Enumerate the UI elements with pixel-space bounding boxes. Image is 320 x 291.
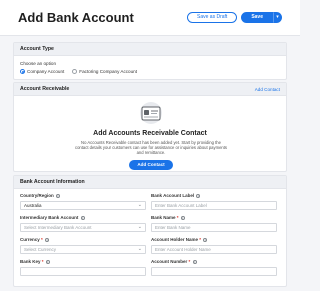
- radio-factoring-company-account-control[interactable]: [72, 69, 78, 74]
- bank-name-label-text: Bank Name: [151, 215, 176, 220]
- country-region-label: Country/Region i: [20, 193, 61, 198]
- chevron-down-icon: ⌄: [137, 224, 142, 230]
- bank-name-label: Bank Name * i: [151, 215, 185, 220]
- radio-company-account-control[interactable]: [20, 69, 25, 74]
- country-region-select[interactable]: Australia ⌄: [20, 201, 146, 210]
- intermediary-bank-account-label: Intermediary Bank Account i: [20, 215, 85, 220]
- country-region-label-text: Country/Region: [20, 193, 54, 198]
- required-marker: *: [188, 259, 191, 264]
- account-holder-name-label-text: Account Holder Name: [151, 237, 199, 242]
- intermediary-bank-account-label-text: Intermediary Bank Account: [20, 215, 79, 220]
- page-header: Add Bank Account Save as Draft Save ▾: [0, 0, 300, 36]
- page-title: Add Bank Account: [18, 10, 134, 25]
- bank-key-label: Bank Key * i: [20, 259, 50, 264]
- info-icon[interactable]: i: [180, 215, 185, 220]
- add-contact-link[interactable]: Add Contact: [255, 87, 280, 92]
- empty-state-heading: Add Accounts Receivable Contact: [93, 130, 207, 137]
- account-receivable-title: Account Receivable: [20, 86, 70, 92]
- account-holder-name-placeholder: Enter Account Holder Name: [155, 247, 211, 252]
- save-options-chevron-icon[interactable]: ▾: [273, 12, 282, 23]
- info-icon[interactable]: i: [192, 259, 197, 264]
- account-number-label: Account Number * i: [151, 259, 197, 264]
- bank-account-label-input[interactable]: Enter Bank Account Label: [151, 201, 277, 210]
- required-marker: *: [199, 237, 202, 242]
- info-icon[interactable]: i: [196, 193, 201, 198]
- bank-info-title: Bank Account Information: [20, 179, 85, 185]
- info-icon[interactable]: i: [45, 259, 50, 264]
- currency-select[interactable]: Select Currency ⌄: [20, 245, 146, 254]
- choose-option-label: Choose an option: [20, 61, 57, 66]
- account-holder-name-label: Account Holder Name * i: [151, 237, 208, 242]
- radio-company-account-label: Company Account: [27, 69, 65, 74]
- currency-placeholder: Select Currency: [24, 247, 57, 252]
- account-type-section: Account Type Choose an option Company Ac…: [13, 42, 287, 80]
- chevron-down-icon: ⌄: [137, 202, 142, 208]
- radio-company-account[interactable]: Company Account: [20, 69, 64, 74]
- bank-key-input[interactable]: [20, 267, 146, 276]
- account-type-radio-group: Company Account Factoring Company Accoun…: [20, 69, 137, 74]
- account-holder-name-input[interactable]: Enter Account Holder Name: [151, 245, 277, 254]
- info-icon[interactable]: i: [45, 237, 50, 242]
- info-icon[interactable]: i: [203, 237, 208, 242]
- required-marker: *: [176, 215, 179, 220]
- account-number-input[interactable]: [151, 267, 277, 276]
- save-button[interactable]: Save: [241, 12, 273, 23]
- account-number-label-text: Account Number: [151, 259, 188, 264]
- currency-label-text: Currency: [20, 237, 40, 242]
- info-icon[interactable]: i: [80, 215, 85, 220]
- bank-account-label-label-text: Bank Account Label: [151, 193, 195, 198]
- empty-state-description: No Accounts Receivable contact has been …: [75, 140, 227, 156]
- radio-factoring-company-account[interactable]: Factoring Company Account: [72, 69, 137, 74]
- account-receivable-section: Account Receivable Add Contact Add Accou…: [13, 82, 287, 172]
- info-icon[interactable]: i: [56, 193, 61, 198]
- intermediary-bank-account-select[interactable]: Select Intermediary Bank Account ⌄: [20, 223, 146, 232]
- account-receivable-header: Account Receivable Add Contact: [14, 83, 286, 96]
- required-marker: *: [41, 237, 43, 242]
- country-region-value: Australia: [24, 203, 42, 208]
- bank-key-label-text: Bank Key: [20, 259, 41, 264]
- bank-info-header: Bank Account Information: [14, 176, 286, 189]
- radio-factoring-company-account-label: Factoring Company Account: [79, 69, 137, 74]
- account-type-header: Account Type: [14, 43, 286, 56]
- required-marker: *: [41, 259, 44, 264]
- chevron-down-icon: ⌄: [137, 246, 142, 252]
- bank-account-label-placeholder: Enter Bank Account Label: [155, 203, 207, 208]
- bank-name-placeholder: Enter Bank Name: [155, 225, 191, 230]
- bank-account-information-section: Bank Account Information Country/Region …: [13, 175, 287, 287]
- intermediary-bank-account-placeholder: Select Intermediary Bank Account: [24, 225, 92, 230]
- bank-account-label-label: Bank Account Label i: [151, 193, 201, 198]
- contact-card-icon: [140, 102, 162, 124]
- currency-label: Currency * i: [20, 237, 50, 242]
- header-actions: Save as Draft Save ▾: [187, 12, 282, 23]
- account-type-title: Account Type: [20, 46, 54, 52]
- save-as-draft-button[interactable]: Save as Draft: [187, 12, 238, 23]
- add-contact-button[interactable]: Add Contact: [129, 160, 173, 170]
- bank-name-input[interactable]: Enter Bank Name: [151, 223, 277, 232]
